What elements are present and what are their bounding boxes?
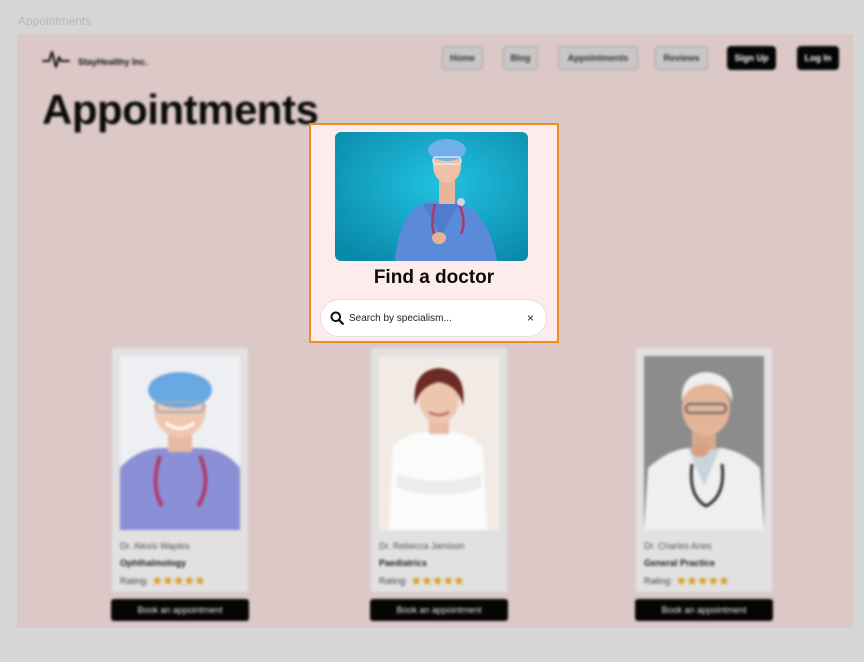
star-rating-icon: ★★★★★ xyxy=(410,573,465,588)
search-bar[interactable]: × xyxy=(320,299,547,337)
nav-reviews-button[interactable]: Reviews xyxy=(655,46,708,70)
doctor-photo xyxy=(644,356,764,530)
heartbeat-icon xyxy=(42,48,70,75)
doctor-name: Dr. Alexis Waples xyxy=(120,541,190,551)
doctor-hero-image xyxy=(335,132,528,261)
doctor-specialty: General Practice xyxy=(644,558,716,568)
book-appointment-button[interactable]: Book an appointment xyxy=(635,599,773,621)
log-in-button[interactable]: Log In xyxy=(797,46,839,70)
nav-home-button[interactable]: Home xyxy=(442,46,483,70)
rating-label: Rating: xyxy=(379,575,408,586)
doctor-card: Dr. Rebecca Jamison Paediatrics Rating: … xyxy=(370,347,508,593)
rating-label: Rating: xyxy=(644,575,673,586)
doctor-card: Dr. Charles Anes General Practice Rating… xyxy=(635,347,773,593)
nav-appointments-button[interactable]: Appointments xyxy=(558,46,638,70)
doctor-rating: Rating: ★★★★★ xyxy=(120,573,206,588)
frame-label: Appointments xyxy=(18,14,92,28)
doctor-name: Dr. Charles Anes xyxy=(644,541,712,551)
sign-up-button[interactable]: Sign Up xyxy=(727,46,776,70)
doctor-rating: Rating: ★★★★★ xyxy=(379,573,465,588)
close-icon[interactable]: × xyxy=(527,312,534,324)
page-title: Appointments xyxy=(42,86,319,133)
doctor-photo xyxy=(120,356,240,530)
rating-label: Rating: xyxy=(120,575,149,586)
search-input[interactable] xyxy=(349,312,519,324)
search-icon xyxy=(330,311,344,325)
book-appointment-button[interactable]: Book an appointment xyxy=(111,599,249,621)
book-appointment-button[interactable]: Book an appointment xyxy=(370,599,508,621)
star-rating-icon: ★★★★★ xyxy=(151,573,206,588)
star-rating-icon: ★★★★★ xyxy=(675,573,730,588)
find-doctor-title: Find a doctor xyxy=(373,267,495,288)
nav-blog-button[interactable]: Blog xyxy=(503,46,538,70)
doctor-card: Dr. Alexis Waples Ophthalmology Rating: … xyxy=(111,347,249,593)
doctor-rating: Rating: ★★★★★ xyxy=(644,573,730,588)
doctor-photo xyxy=(379,356,499,530)
doctor-specialty: Ophthalmology xyxy=(120,558,186,568)
brand-name: StayHealthy Inc. xyxy=(78,56,148,67)
find-doctor-popup: Find a doctor × xyxy=(309,123,559,343)
brand-logo[interactable]: StayHealthy Inc. xyxy=(42,48,148,75)
doctor-specialty: Paediatrics xyxy=(379,558,428,568)
doctor-name: Dr. Rebecca Jamison xyxy=(379,541,465,551)
